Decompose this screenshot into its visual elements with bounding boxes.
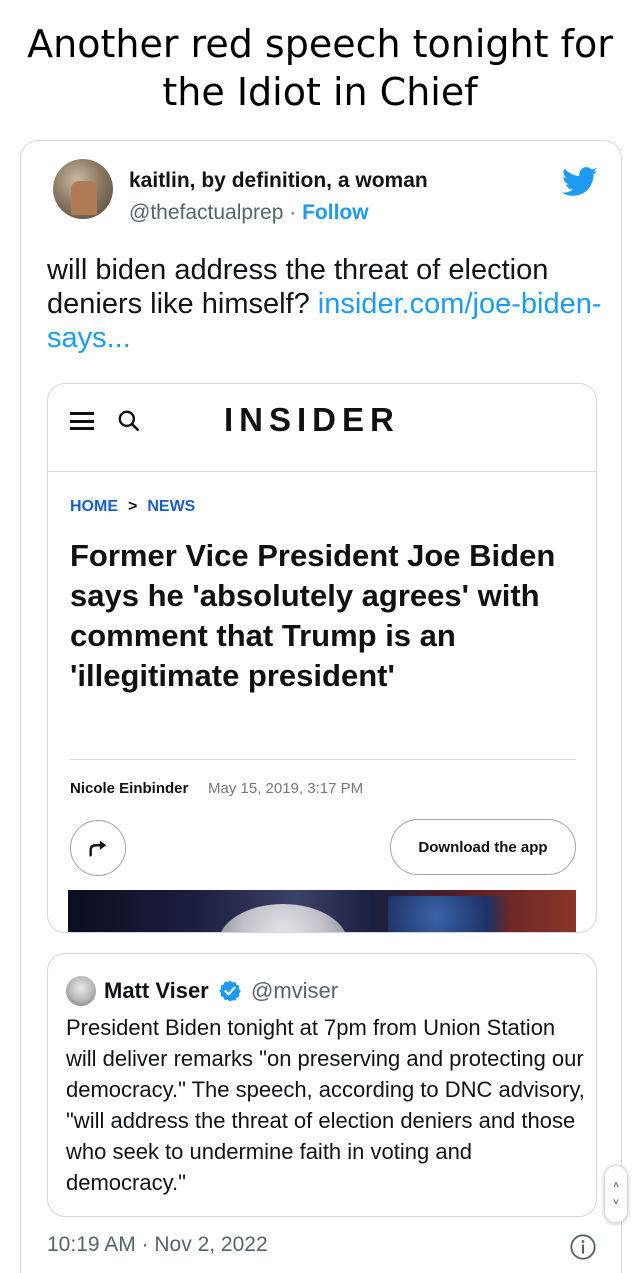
- breadcrumb: HOME > NEWS: [70, 498, 195, 516]
- tweet-text: will biden address the threat of electio…: [47, 253, 607, 355]
- divider: [70, 759, 576, 760]
- byline-date: May 15, 2019, 3:17 PM: [208, 780, 364, 797]
- twitter-bird-icon[interactable]: [562, 167, 598, 197]
- author-name[interactable]: kaitlin, by definition, a woman: [129, 169, 428, 193]
- author-handle[interactable]: @thefactualprep: [129, 201, 283, 224]
- article-hero-image: [68, 890, 576, 932]
- breadcrumb-separator: >: [128, 498, 138, 515]
- embedded-tweet: kaitlin, by definition, a woman @thefact…: [20, 140, 622, 1273]
- byline-author: Nicole Einbinder: [70, 780, 189, 797]
- meme-caption-line-2: the Idiot in Chief: [162, 70, 478, 114]
- insider-logo: INSIDER: [224, 401, 400, 438]
- quoted-tweet[interactable]: Matt Viser @mviser President Biden tonig…: [47, 953, 597, 1217]
- meme-caption: Another red speech tonight for the Idiot…: [0, 20, 640, 116]
- quoted-author-name[interactable]: Matt Viser: [104, 978, 209, 1004]
- scroll-down-icon[interactable]: ˅: [613, 1197, 619, 1208]
- download-app-button[interactable]: Download the app: [390, 819, 576, 875]
- article-headline: Former Vice President Joe Biden says he …: [70, 538, 556, 693]
- handle-separator: ·: [283, 201, 303, 224]
- follow-link[interactable]: Follow: [302, 201, 369, 224]
- breadcrumb-news[interactable]: NEWS: [147, 498, 195, 515]
- quoted-author-avatar[interactable]: [66, 976, 96, 1006]
- quoted-tweet-text: President Biden tonight at 7pm from Unio…: [66, 1015, 585, 1195]
- search-icon[interactable]: [116, 408, 142, 434]
- breadcrumb-home[interactable]: HOME: [70, 498, 118, 515]
- insider-header: INSIDER: [48, 384, 596, 472]
- share-button[interactable]: [70, 820, 126, 876]
- verified-badge-icon: [219, 980, 241, 1002]
- scroll-widget[interactable]: ˄ ˅: [604, 1165, 628, 1223]
- author-avatar[interactable]: [53, 159, 113, 219]
- author-handle-row: @thefactualprep · Follow: [129, 201, 369, 225]
- menu-icon[interactable]: [70, 412, 94, 430]
- quoted-author-handle[interactable]: @mviser: [251, 978, 338, 1004]
- share-icon: [89, 840, 107, 857]
- info-icon[interactable]: [569, 1233, 597, 1261]
- article-link-card[interactable]: INSIDER HOME > NEWS Former Vice President …: [47, 383, 597, 933]
- meme-caption-line-1: Another red speech tonight for: [27, 22, 613, 66]
- scroll-up-icon[interactable]: ˄: [613, 1180, 619, 1191]
- tweet-timestamp[interactable]: 10:19 AM · Nov 2, 2022: [47, 1233, 268, 1257]
